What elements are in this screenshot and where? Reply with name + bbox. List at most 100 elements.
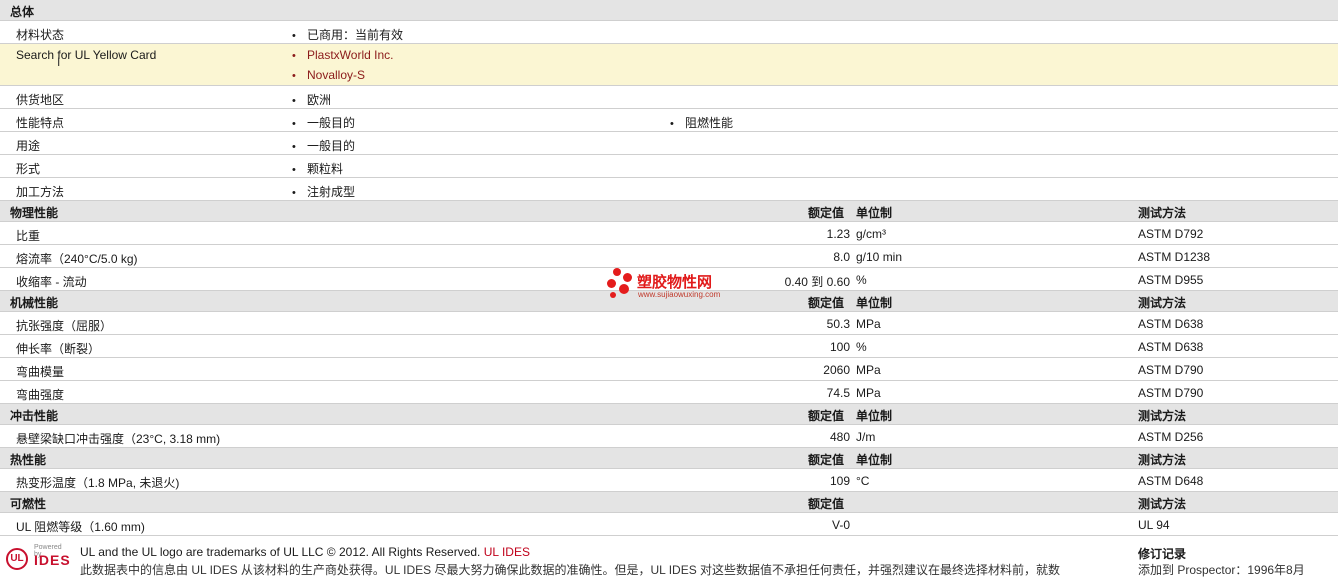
revision-history-title: 修订记录 <box>1138 547 1187 561</box>
disclaimer-text: 此数据表中的信息由 UL IDES 从该材料的生产商处获得。UL IDES 尽最… <box>80 563 1061 577</box>
general-row-uses: 用途 一般目的 <box>0 132 1338 155</box>
property-unit: MPa <box>856 386 881 400</box>
table-row: 热变形温度（1.8 MPa, 未退火) 109 °C ASTM D648 <box>0 469 1338 492</box>
col-header-unit: 单位制 <box>856 409 893 423</box>
row-label: 供货地区 <box>16 93 65 107</box>
section-title: 可燃性 <box>10 497 47 511</box>
general-row-form: 形式 颗粒料 <box>0 155 1338 178</box>
property-unit: °C <box>856 474 870 488</box>
bullet-value: 注射成型 <box>292 183 355 200</box>
watermark-url: www.sujiaowuxing.com <box>638 290 721 299</box>
section-title: 热性能 <box>10 453 47 467</box>
bullet-value: 阻燃性能 <box>670 114 733 131</box>
link-plastxworld[interactable]: PlastxWorld Inc. <box>292 48 393 62</box>
col-header-test: 测试方法 <box>1138 453 1187 467</box>
property-value: 480 <box>829 430 850 444</box>
test-method: ASTM D790 <box>1138 363 1204 377</box>
watermark-logo-icon <box>605 266 635 300</box>
property-value: 100 <box>829 340 850 354</box>
link-novalloy-s[interactable]: Novalloy-S <box>292 68 365 82</box>
property-label: 熔流率（240°C/5.0 kg) <box>16 252 138 266</box>
test-method: ASTM D638 <box>1138 317 1204 331</box>
footer: UL Powered by IDES UL and the UL logo ar… <box>0 537 1338 577</box>
property-label: UL 阻燃等级（1.60 mm) <box>16 520 145 534</box>
section-title: 物理性能 <box>10 206 59 220</box>
row-label: Search for UL Yellow Card <box>16 48 157 62</box>
bullet-value: 欧洲 <box>292 91 331 108</box>
property-label: 抗张强度（屈服） <box>16 319 113 333</box>
table-row: 抗张强度（屈服） 50.3 MPa ASTM D638 <box>0 312 1338 335</box>
property-value: 1.23 <box>826 227 850 241</box>
row-label: 材料状态 <box>16 28 65 42</box>
test-method: ASTM D955 <box>1138 273 1204 287</box>
property-unit: J/m <box>856 430 876 444</box>
section-title: 冲击性能 <box>10 409 59 423</box>
table-row: 弯曲强度 74.5 MPa ASTM D790 <box>0 381 1338 404</box>
row-label: 形式 <box>16 162 41 176</box>
trademark-notice: UL and the UL logo are trademarks of UL … <box>80 545 530 559</box>
table-row: 伸长率（断裂） 100 % ASTM D638 <box>0 335 1338 358</box>
bullet-value: 一般目的 <box>292 114 355 131</box>
property-unit: MPa <box>856 363 881 377</box>
property-label: 弯曲模量 <box>16 365 65 379</box>
bullet-value: 已商用：当前有效 <box>292 26 403 43</box>
section-impact-header: 冲击性能 额定值 单位制 测试方法 <box>0 404 1338 425</box>
section-general-header: 总体 <box>0 0 1338 21</box>
section-thermal-header: 热性能 额定值 单位制 测试方法 <box>0 448 1338 469</box>
col-header-unit: 单位制 <box>856 296 893 310</box>
table-row: 熔流率（240°C/5.0 kg) 8.0 g/10 min ASTM D123… <box>0 245 1338 268</box>
section-flammability-header: 可燃性 额定值 测试方法 <box>0 492 1338 513</box>
site-watermark: 塑胶物性网 www.sujiaowuxing.com <box>605 266 737 302</box>
col-header-value: 额定值 <box>808 453 845 467</box>
general-row-features: 性能特点 一般目的 阻燃性能 <box>0 109 1338 132</box>
property-label: 悬壁梁缺口冲击强度（23°C, 3.18 mm) <box>16 432 221 446</box>
table-row: UL 阻燃等级（1.60 mm) V-0 UL 94 <box>0 513 1338 536</box>
general-row-region: 供货地区 欧洲 <box>0 86 1338 109</box>
section-physical-header: 物理性能 额定值 单位制 测试方法 <box>0 201 1338 222</box>
test-method: ASTM D256 <box>1138 430 1204 444</box>
table-row: 比重 1.23 g/cm³ ASTM D792 <box>0 222 1338 245</box>
test-method: ASTM D790 <box>1138 386 1204 400</box>
property-value: 74.5 <box>826 386 850 400</box>
row-label: 性能特点 <box>16 116 65 130</box>
ul-ides-link[interactable]: UL IDES <box>484 545 530 559</box>
property-label: 伸长率（断裂） <box>16 342 101 356</box>
col-header-test: 测试方法 <box>1138 206 1187 220</box>
col-header-value: 额定值 <box>808 409 845 423</box>
property-value: 0.40 到 0.60 <box>784 275 850 289</box>
test-method: ASTM D648 <box>1138 474 1204 488</box>
property-unit: MPa <box>856 317 881 331</box>
property-unit: % <box>856 340 867 354</box>
property-value: 109 <box>829 474 850 488</box>
general-row-ul-yellow-card: Search for UL Yellow Card I PlastxWorld … <box>0 44 1338 86</box>
revision-history-text: 添加到 Prospector：1996年8月 <box>1138 563 1305 577</box>
col-header-test: 测试方法 <box>1138 296 1187 310</box>
property-label: 弯曲强度 <box>16 388 65 402</box>
property-label: 比重 <box>16 229 41 243</box>
table-row: 弯曲模量 2060 MPa ASTM D790 <box>0 358 1338 381</box>
row-label: 加工方法 <box>16 185 65 199</box>
col-header-unit: 单位制 <box>856 453 893 467</box>
property-value: 2060 <box>823 363 850 377</box>
bullet-value: 一般目的 <box>292 137 355 154</box>
col-header-value: 额定值 <box>808 497 845 511</box>
trademark-text: UL and the UL logo are trademarks of UL … <box>80 545 481 559</box>
col-header-value: 额定值 <box>808 296 845 310</box>
watermark-title: 塑胶物性网 <box>637 274 713 291</box>
row-label: 用途 <box>16 139 41 153</box>
property-value: 50.3 <box>826 317 850 331</box>
section-title: 总体 <box>10 5 35 19</box>
section-title: 机械性能 <box>10 296 59 310</box>
test-method: ASTM D1238 <box>1138 250 1211 264</box>
property-value: 8.0 <box>833 250 850 264</box>
property-unit: % <box>856 273 867 287</box>
table-row: 悬壁梁缺口冲击强度（23°C, 3.18 mm) 480 J/m ASTM D2… <box>0 425 1338 448</box>
property-unit: g/cm³ <box>856 227 886 241</box>
test-method: ASTM D792 <box>1138 227 1204 241</box>
col-header-test: 测试方法 <box>1138 409 1187 423</box>
property-unit: g/10 min <box>856 250 903 264</box>
property-label: 收缩率 - 流动 <box>16 275 87 289</box>
test-method: ASTM D638 <box>1138 340 1204 354</box>
general-row-status: 材料状态 已商用：当前有效 <box>0 21 1338 44</box>
property-label: 热变形温度（1.8 MPa, 未退火) <box>16 476 180 490</box>
